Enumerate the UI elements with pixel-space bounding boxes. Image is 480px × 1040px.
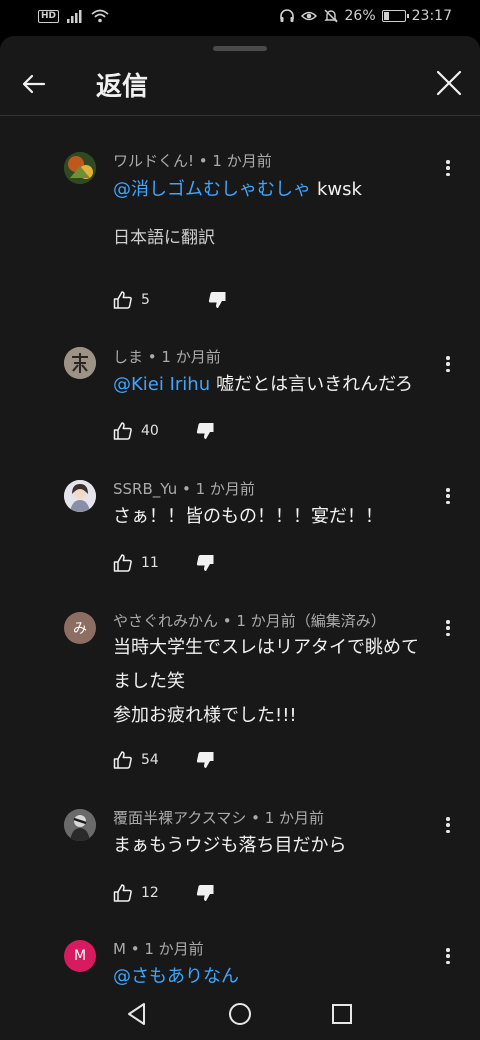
comment-author-meta[interactable]: SSRB_Yu • 1 か月前: [113, 478, 255, 499]
avatar[interactable]: [64, 809, 96, 841]
clock: 23:17: [411, 8, 452, 24]
avatar-image-icon: [64, 809, 96, 841]
nav-back-icon[interactable]: [124, 1001, 150, 1027]
avatar-image-icon: [64, 152, 96, 184]
like-icon[interactable]: [113, 421, 133, 441]
comment-author-meta[interactable]: M • 1 か月前: [113, 938, 204, 959]
avatar[interactable]: [64, 347, 96, 379]
comment-actions: 40: [113, 420, 215, 442]
comment-actions: 12: [113, 882, 215, 904]
replies-header: 返信: [0, 56, 480, 116]
comment-author-meta[interactable]: やさぐれみかん • 1 か月前（編集済み）: [113, 610, 386, 631]
nav-home-icon[interactable]: [227, 1001, 253, 1027]
replies-sheet: 返信 ワルドくん! • 1 か月前 @消しゴムむしゃむしゃ kwsk 日本語に翻訳…: [0, 36, 480, 1040]
avatar-image-icon: [64, 347, 96, 379]
mention-link[interactable]: @Kiei Irihu: [113, 374, 210, 395]
battery-percent: 26%: [344, 8, 376, 24]
comment-author-meta[interactable]: 覆面半裸アクスマシ • 1 か月前: [113, 807, 324, 828]
comment-content: さぁ！！皆のもの！！！宴だ！！: [113, 506, 383, 527]
battery-icon: [381, 10, 409, 22]
comment-text: @消しゴムむしゃむしゃ kwsk: [113, 173, 362, 207]
comment-line: ました笑: [113, 671, 185, 692]
comment-author-meta[interactable]: ワルドくん! • 1 か月前: [113, 150, 272, 171]
comment-text: 当時大学生でスレはリアタイで眺めて ました笑 参加お疲れ様でした!!!: [113, 631, 419, 733]
mention-link[interactable]: @消しゴムむしゃむしゃ: [113, 179, 311, 200]
comment-actions: 54: [113, 749, 215, 771]
dislike-icon[interactable]: [195, 883, 215, 903]
back-arrow-icon[interactable]: [18, 68, 50, 100]
comment-text: @Kiei Irihu 嘘だとは言いきれんだろ: [113, 368, 413, 402]
eye-comfort-icon: [300, 11, 317, 21]
more-options-icon[interactable]: [440, 618, 456, 638]
like-icon[interactable]: [113, 290, 133, 310]
hd-indicator: HD: [38, 9, 60, 23]
more-options-icon[interactable]: [440, 354, 456, 374]
battery-fill: [383, 12, 390, 20]
like-count: 40: [141, 423, 159, 439]
more-options-icon[interactable]: [440, 158, 456, 178]
like-count: 11: [141, 555, 159, 571]
status-bar: HD 26% 23:17: [0, 0, 480, 36]
avatar[interactable]: M: [64, 940, 96, 972]
comment-text: さぁ！！皆のもの！！！宴だ！！: [113, 500, 383, 534]
signal-icon: [67, 10, 82, 23]
dislike-icon[interactable]: [207, 290, 227, 310]
comment-line: 参加お疲れ様でした!!!: [113, 705, 297, 726]
comment-author-meta[interactable]: しま • 1 か月前: [113, 346, 221, 367]
avatar-image-icon: [64, 480, 96, 512]
avatar[interactable]: [64, 480, 96, 512]
page-title: 返信: [96, 72, 149, 102]
like-icon[interactable]: [113, 553, 133, 573]
avatar[interactable]: [64, 152, 96, 184]
like-count: 54: [141, 752, 159, 768]
avatar-letter: M: [73, 948, 87, 964]
comment-content: まぁもうウジも落ち目だから: [113, 835, 347, 856]
comment-line: 当時大学生でスレはリアタイで眺めて: [113, 637, 419, 658]
headphones-icon: [279, 9, 294, 22]
system-nav-bar: [0, 990, 480, 1040]
comment-content: 嘘だとは言いきれんだろ: [216, 374, 414, 395]
mention-link[interactable]: @さもありなん: [113, 966, 239, 987]
mute-bell-icon: [323, 9, 338, 23]
wifi-icon: [91, 9, 109, 23]
more-options-icon[interactable]: [440, 946, 456, 966]
dislike-icon[interactable]: [195, 421, 215, 441]
translate-link[interactable]: 日本語に翻訳: [113, 223, 215, 248]
comment-text: まぁもうウジも落ち目だから: [113, 829, 346, 863]
more-options-icon[interactable]: [440, 815, 456, 835]
avatar[interactable]: み: [64, 612, 96, 644]
drag-handle[interactable]: [213, 46, 267, 51]
comment-text: @さもありなん: [113, 960, 245, 994]
like-count: 5: [141, 292, 150, 308]
nav-recents-icon[interactable]: [329, 1001, 355, 1027]
comment-actions: 5: [113, 289, 227, 311]
dislike-icon[interactable]: [195, 553, 215, 573]
like-icon[interactable]: [113, 883, 133, 903]
comment-content: kwsk: [317, 179, 362, 200]
comment-actions: 11: [113, 552, 215, 574]
like-count: 12: [141, 885, 159, 901]
like-icon[interactable]: [113, 750, 133, 770]
close-icon[interactable]: [434, 68, 464, 98]
dislike-icon[interactable]: [195, 750, 215, 770]
avatar-letter: み: [73, 621, 87, 637]
more-options-icon[interactable]: [440, 486, 456, 506]
